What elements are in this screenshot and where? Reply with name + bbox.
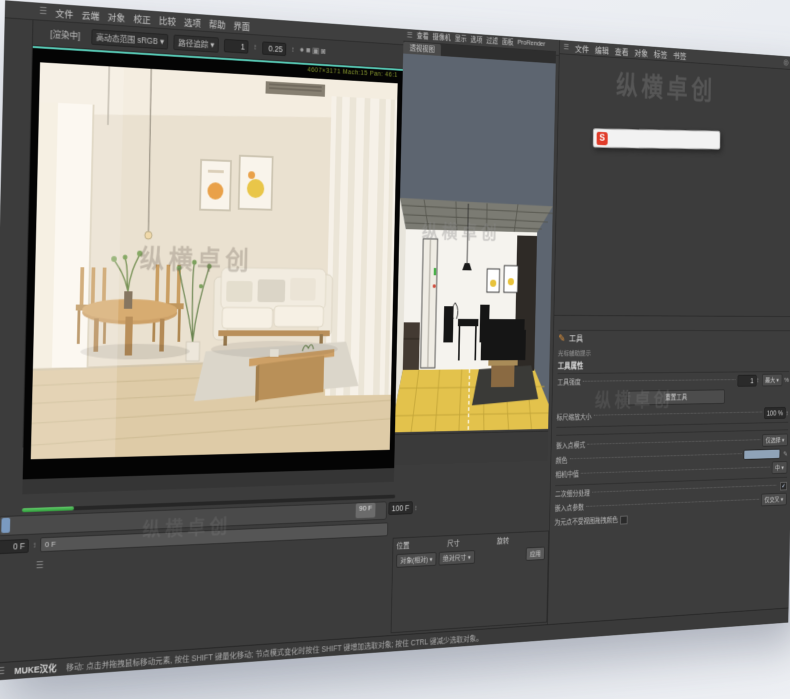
coords-mode-dropdown[interactable]: 对象(相对) ▾ (396, 552, 437, 568)
wireframe-scene (395, 130, 554, 432)
reset-tool-button[interactable]: 重置工具 (627, 389, 725, 405)
menu-选项[interactable]: 选项 (184, 15, 201, 30)
rendering-status: [渲染中] (50, 27, 80, 42)
object-manager-menu-bar: ☰ 文件编辑查看对象标签书签 ◎ ▥ (560, 40, 790, 70)
current-frame-field[interactable]: 0 F (0, 538, 29, 554)
stage: ☰ 文件云端对象校正比较选项帮助界面 [渲染中] 高动态范围 sRGB ▾ 路径… (0, 0, 790, 699)
render-overlay-info: 4607×3171 Mach:15 Pan: 46:1 (307, 67, 398, 79)
post-checkbox[interactable]: ✓ (780, 481, 787, 490)
render-viewport[interactable]: 4607×3171 Mach:15 Pan: 46:1 (23, 46, 403, 483)
attr-checks-right (681, 426, 789, 428)
strength-label: 工具强度 (557, 377, 580, 387)
flag-label: 为元点不受视图拖拽颜色 (554, 515, 618, 527)
menu-比较[interactable]: 比较 (159, 13, 176, 28)
tool-properties-header: 工具属性 (558, 359, 790, 374)
viewport-menu-ProRender[interactable]: ProRender (517, 38, 545, 50)
hamburger-icon[interactable]: ☰ (39, 6, 47, 17)
kernel-dropdown[interactable]: 路径追踪 ▾ (174, 34, 219, 52)
attr-checks-left (556, 429, 670, 432)
flag-checkbox[interactable] (620, 515, 627, 524)
tool-icon: ✎ (558, 332, 565, 343)
om-menus: 文件编辑查看对象标签书签 (575, 42, 687, 62)
om-menu-查看[interactable]: 查看 (615, 44, 629, 57)
perspective-viewport[interactable] (395, 53, 556, 432)
end-frame-box: 100 F↕ (388, 500, 417, 516)
cinema4d-window: ☰ 文件云端对象校正比较选项帮助界面 [渲染中] 高动态范围 sRGB ▾ 路径… (0, 0, 790, 681)
strength-field[interactable]: 1 (737, 374, 756, 386)
samples-field[interactable]: 1 (224, 38, 249, 53)
mode-label: 嵌入点模式 (556, 440, 585, 450)
render-progress-fill (22, 506, 74, 512)
param-dropdown[interactable]: 仅交叉 ▾ (761, 493, 787, 507)
om-search-icon[interactable]: ◎ ▥ (783, 58, 790, 68)
ratio-spinner[interactable]: ↕ (291, 45, 295, 54)
scale-label: 标尺缩放大小 (557, 412, 592, 422)
object-manager: ☰ 文件编辑查看对象标签书签 ◎ ▥ (554, 40, 790, 316)
menu-界面[interactable]: 界面 (233, 18, 250, 32)
om-menu-书签[interactable]: 书签 (673, 49, 687, 62)
menu-云端[interactable]: 云端 (82, 7, 100, 22)
loop-end-marker[interactable]: 90 F (356, 503, 376, 519)
color-label: 颜色 (556, 455, 568, 465)
viewport-menu-显示[interactable]: 显示 (455, 33, 467, 44)
s-plugin-toolbar: S (593, 128, 720, 149)
rendered-room-image (31, 62, 398, 459)
apply-button[interactable]: 应用 (526, 547, 545, 561)
attribute-title: 工具 (569, 332, 583, 344)
om-menu-文件[interactable]: 文件 (575, 42, 589, 55)
attribute-manager: ✎工具 光标辅助提示 工具属性 工具强度 1↕ 最大 ▾ % 重置工具 标尺缩放… (547, 315, 790, 624)
coordinates-panel: 位置 尺寸 旋转 对象(相对) ▾ 绝对尺寸 ▾ 应用 (391, 530, 549, 633)
strength-unit: % (784, 376, 789, 384)
menu-文件[interactable]: 文件 (55, 5, 73, 20)
om-menu-对象[interactable]: 对象 (634, 46, 648, 59)
menu-对象[interactable]: 对象 (108, 9, 126, 24)
menu-校正[interactable]: 校正 (133, 11, 151, 26)
param-label: 嵌入点参数 (555, 503, 584, 514)
menu-帮助[interactable]: 帮助 (209, 16, 226, 31)
viewport-menu-查看[interactable]: 查看 (416, 31, 428, 42)
end-frame-spinner[interactable]: ↕ (414, 503, 417, 511)
om-menu-标签[interactable]: 标签 (654, 47, 668, 60)
colorspace-dropdown[interactable]: 高动态范围 sRGB ▾ (91, 29, 168, 50)
attribute-top-tabs (558, 318, 790, 332)
viewport-menu-面板[interactable]: 面板 (502, 37, 514, 48)
current-frame-marker[interactable] (1, 518, 10, 533)
strength-max-dropdown[interactable]: 最大 ▾ (762, 374, 783, 387)
material-hamburger-icon[interactable]: ☰ (36, 560, 44, 571)
attribute-tabs (558, 346, 790, 347)
coords-size-dropdown[interactable]: 绝对尺寸 ▾ (439, 550, 475, 565)
size-header: 尺寸 (447, 536, 497, 548)
current-frame-spinner[interactable]: ↕ (32, 541, 36, 550)
om-menu-编辑[interactable]: 编辑 (595, 43, 609, 56)
om-hamburger-icon[interactable]: ☰ (564, 43, 570, 51)
rotation-header: 旋转 (497, 534, 546, 546)
display-mode-icons[interactable]: ●■▣◙ (300, 45, 328, 57)
scale-field[interactable]: 100 % (764, 407, 786, 419)
end-frame-field[interactable]: 100 F (388, 501, 412, 515)
attribute-note: 光标辅助提示 (558, 348, 790, 358)
mid-dropdown[interactable]: 中 ▾ (772, 461, 788, 474)
localization-brand: MUKE汉化 (14, 661, 57, 677)
mid-label: 相机中值 (555, 469, 578, 479)
viewport-menu-过滤[interactable]: 过滤 (486, 36, 498, 47)
s-plugin-logo[interactable]: S (597, 131, 608, 144)
samples-spinner[interactable]: ↕ (253, 43, 257, 52)
viewport-hamburger-icon[interactable]: ☰ (407, 31, 413, 40)
layout-tab-strip (394, 431, 548, 466)
status-hamburger-icon[interactable]: ☰ (0, 666, 5, 678)
ratio-field[interactable]: 0.25 (262, 41, 286, 56)
post-check-label: 二次细分处理 (555, 488, 590, 499)
mode-dropdown[interactable]: 仅选择 ▾ (762, 434, 788, 447)
viewport-menu-选项[interactable]: 选项 (470, 35, 482, 46)
viewport-menu-摄像机[interactable]: 摄像机 (433, 32, 451, 43)
color-swatch[interactable] (744, 449, 781, 460)
position-header: 位置 (396, 539, 447, 551)
